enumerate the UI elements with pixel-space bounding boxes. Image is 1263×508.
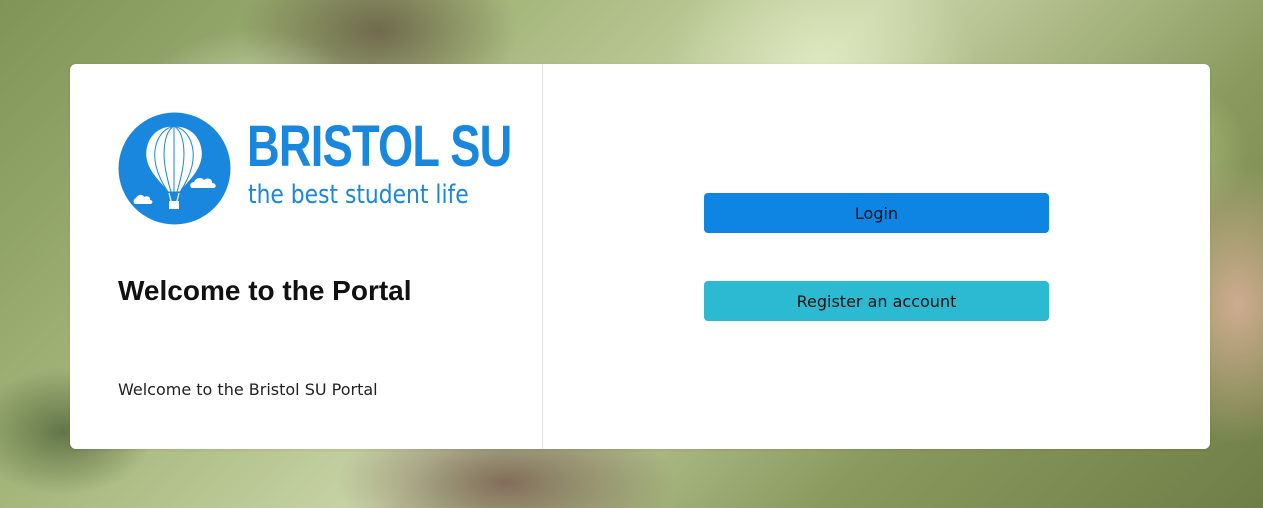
page-title: Welcome to the Portal [118, 275, 412, 306]
hot-air-balloon-icon [118, 112, 231, 225]
actions-panel: Login Register an account [543, 64, 1210, 449]
login-button[interactable]: Login [704, 193, 1049, 233]
bristol-su-logo: BRISTOL SU the best student life [118, 112, 512, 227]
welcome-message: Welcome to the Bristol SU Portal [118, 380, 378, 399]
portal-card: BRISTOL SU the best student life Welcome… [70, 64, 1210, 449]
logo-wordmark: BRISTOL SU [247, 114, 512, 179]
register-button[interactable]: Register an account [704, 281, 1049, 321]
logo-tagline: the best student life [248, 180, 469, 210]
intro-panel: BRISTOL SU the best student life Welcome… [70, 64, 543, 449]
